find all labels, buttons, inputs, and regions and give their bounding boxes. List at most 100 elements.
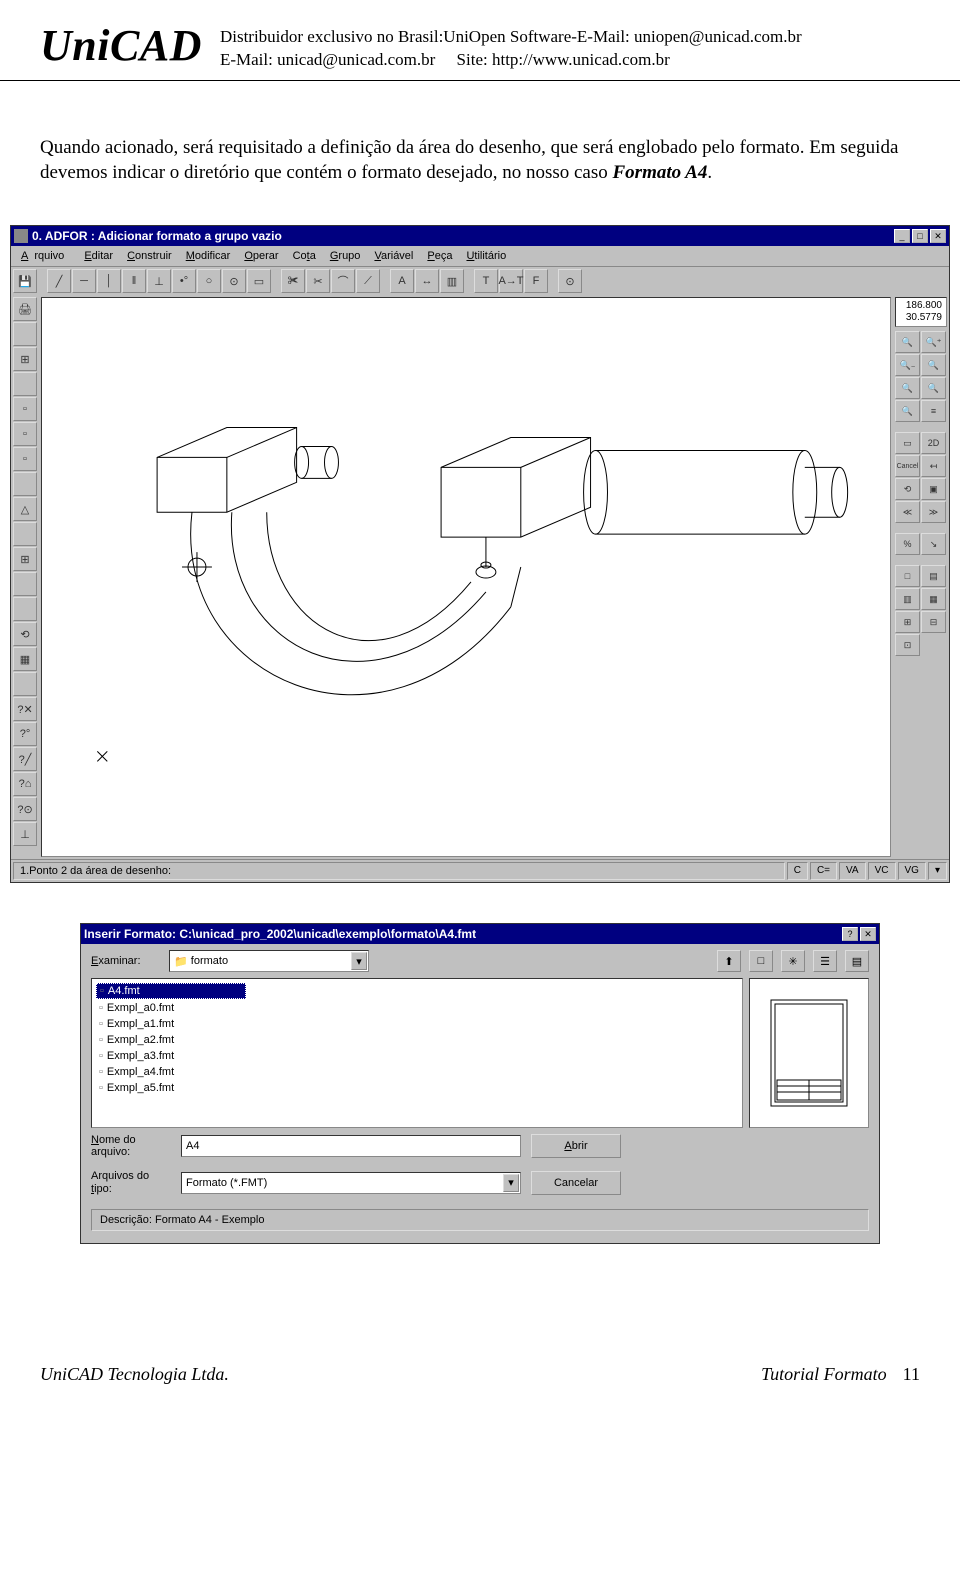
tool-l20-icon[interactable]: ?⊙ (13, 797, 37, 821)
vp-4-icon[interactable]: ▦ (921, 588, 946, 610)
tool-l21-icon[interactable]: ⊥ (13, 822, 37, 846)
dropdown-icon[interactable]: ▾ (351, 952, 367, 970)
print-icon[interactable]: 🖨 (13, 297, 37, 321)
tool-l7-icon[interactable] (13, 472, 37, 496)
cancel-button[interactable]: Cancelar (531, 1171, 621, 1195)
vp-6-icon[interactable]: ⊟ (921, 611, 946, 633)
maximize-button[interactable]: □ (912, 229, 928, 243)
tool-hline-icon[interactable]: ─ (72, 269, 96, 293)
zoom-out-icon[interactable]: 🔍₋ (895, 354, 920, 376)
vp-1-icon[interactable]: □ (895, 565, 920, 587)
tool-para-icon[interactable]: ‖ (122, 269, 146, 293)
dialog-close-button[interactable]: ✕ (860, 927, 876, 941)
zoom-a-icon[interactable]: 🔍 (895, 377, 920, 399)
zoom-b-icon[interactable]: 🔍 (921, 377, 946, 399)
tool-l19-icon[interactable]: ?⌂ (13, 772, 37, 796)
vp-3-icon[interactable]: ▥ (895, 588, 920, 610)
tool-l13-icon[interactable]: ⟲ (13, 622, 37, 646)
minimize-button[interactable]: _ (894, 229, 910, 243)
tool-circle-icon[interactable]: ○ (197, 269, 221, 293)
status-vc[interactable]: VC (868, 862, 896, 880)
status-c[interactable]: C (787, 862, 808, 880)
close-button[interactable]: ✕ (930, 229, 946, 243)
filename-input[interactable]: A4 (181, 1135, 521, 1157)
tool-point-icon[interactable]: •° (172, 269, 196, 293)
tool-l15-icon[interactable] (13, 672, 37, 696)
status-vg[interactable]: VG (898, 862, 926, 880)
menu-grupo[interactable]: Grupo (324, 249, 367, 263)
menu-modificar[interactable]: Modificar (180, 249, 237, 263)
zoom-r-icon[interactable]: 🔍 (921, 354, 946, 376)
tool-t1-icon[interactable]: T (474, 269, 498, 293)
file-item-selected[interactable]: ▫A4.fmt (96, 983, 246, 999)
file-item[interactable]: ▫Exmpl_a5.fmt (96, 1081, 246, 1095)
menu-utilitario[interactable]: Utilitário (460, 249, 512, 263)
tool-l9-icon[interactable] (13, 522, 37, 546)
status-va[interactable]: VA (839, 862, 866, 880)
menu-editar[interactable]: Editar (78, 249, 119, 263)
tool-fillet-icon[interactable]: ⌒ (331, 269, 355, 293)
tool-l3-icon[interactable] (13, 372, 37, 396)
tool-hatch-icon[interactable]: ▥ (440, 269, 464, 293)
up-folder-icon[interactable]: ⬆ (717, 950, 741, 972)
file-item[interactable]: ▫Exmpl_a4.fmt (96, 1065, 246, 1079)
cancel-button[interactable]: Cancel (895, 455, 920, 477)
tool-l18-icon[interactable]: ?╱ (13, 747, 37, 771)
view-back-icon[interactable]: ↤ (921, 455, 946, 477)
menu-peca[interactable]: Peça (421, 249, 458, 263)
vp-2-icon[interactable]: ▤ (921, 565, 946, 587)
tool-l4-icon[interactable]: ▫ (13, 397, 37, 421)
tool-chamfer-icon[interactable]: ⟋ (356, 269, 380, 293)
tool-l10-icon[interactable]: ⊞ (13, 547, 37, 571)
menu-arquivo[interactable]: Arquivo (15, 249, 76, 263)
status-ceq[interactable]: C= (810, 862, 837, 880)
view-box-icon[interactable]: ▣ (921, 478, 946, 500)
tool-l2-icon[interactable]: ⊞ (13, 347, 37, 371)
save-icon[interactable]: 💾 (13, 269, 37, 293)
snap-b-icon[interactable]: ↘ (921, 533, 946, 555)
status-more-icon[interactable]: ▾ (928, 862, 947, 880)
tool-text-icon[interactable]: A (390, 269, 414, 293)
zoom-d-icon[interactable]: ≡ (921, 400, 946, 422)
tool-l6-icon[interactable]: ▫ (13, 447, 37, 471)
examine-combo[interactable]: 📁 formato ▾ (169, 950, 369, 972)
tool-l14-icon[interactable]: ▦ (13, 647, 37, 671)
nav-prev-icon[interactable]: ≪ (895, 501, 920, 523)
menu-operar[interactable]: Operar (238, 249, 284, 263)
tool-t2-icon[interactable]: A→T (499, 269, 523, 293)
help-button[interactable]: ? (842, 927, 858, 941)
list-view-icon[interactable]: ☰ (813, 950, 837, 972)
desktop-icon[interactable]: □ (749, 950, 773, 972)
view-2d-button[interactable]: 2D (921, 432, 946, 454)
dropdown-icon[interactable]: ▾ (503, 1174, 519, 1192)
tool-l16-icon[interactable]: ?✕ (13, 697, 37, 721)
file-item[interactable]: ▫Exmpl_a1.fmt (96, 1017, 246, 1031)
view-refresh-icon[interactable]: ⟲ (895, 478, 920, 500)
tool-eye-icon[interactable]: ⊙ (558, 269, 582, 293)
file-item[interactable]: ▫Exmpl_a3.fmt (96, 1049, 246, 1063)
menu-cota[interactable]: Cota (287, 249, 322, 263)
menu-construir[interactable]: Construir (121, 249, 178, 263)
detail-view-icon[interactable]: ▤ (845, 950, 869, 972)
tool-l17-icon[interactable]: ?° (13, 722, 37, 746)
menu-variavel[interactable]: Variável (368, 249, 419, 263)
cad-canvas[interactable] (41, 297, 891, 857)
vp-5-icon[interactable]: ⊞ (895, 611, 920, 633)
tool-l12-icon[interactable] (13, 597, 37, 621)
tool-dim-icon[interactable]: ↔ (415, 269, 439, 293)
view-rect-icon[interactable]: ▭ (895, 432, 920, 454)
vp-7-icon[interactable]: ⊡ (895, 634, 920, 656)
tool-line-icon[interactable]: ╱ (47, 269, 71, 293)
tool-l1-icon[interactable] (13, 322, 37, 346)
open-button[interactable]: Abrir (531, 1134, 621, 1158)
new-folder-icon[interactable]: ✳ (781, 950, 805, 972)
file-list[interactable]: ▫A4.fmt ▫Exmpl_a0.fmt ▫Exmpl_a1.fmt ▫Exm… (91, 978, 743, 1128)
tool-vline-icon[interactable]: │ (97, 269, 121, 293)
tool-l8-icon[interactable]: △ (13, 497, 37, 521)
nav-next-icon[interactable]: ≫ (921, 501, 946, 523)
filetype-combo[interactable]: Formato (*.FMT) ▾ (181, 1172, 521, 1194)
file-item[interactable]: ▫Exmpl_a0.fmt (96, 1001, 246, 1015)
tool-trim-icon[interactable]: ✀ (281, 269, 305, 293)
zoom-in-icon[interactable]: 🔍 (895, 331, 920, 353)
file-item[interactable]: ▫Exmpl_a2.fmt (96, 1033, 246, 1047)
